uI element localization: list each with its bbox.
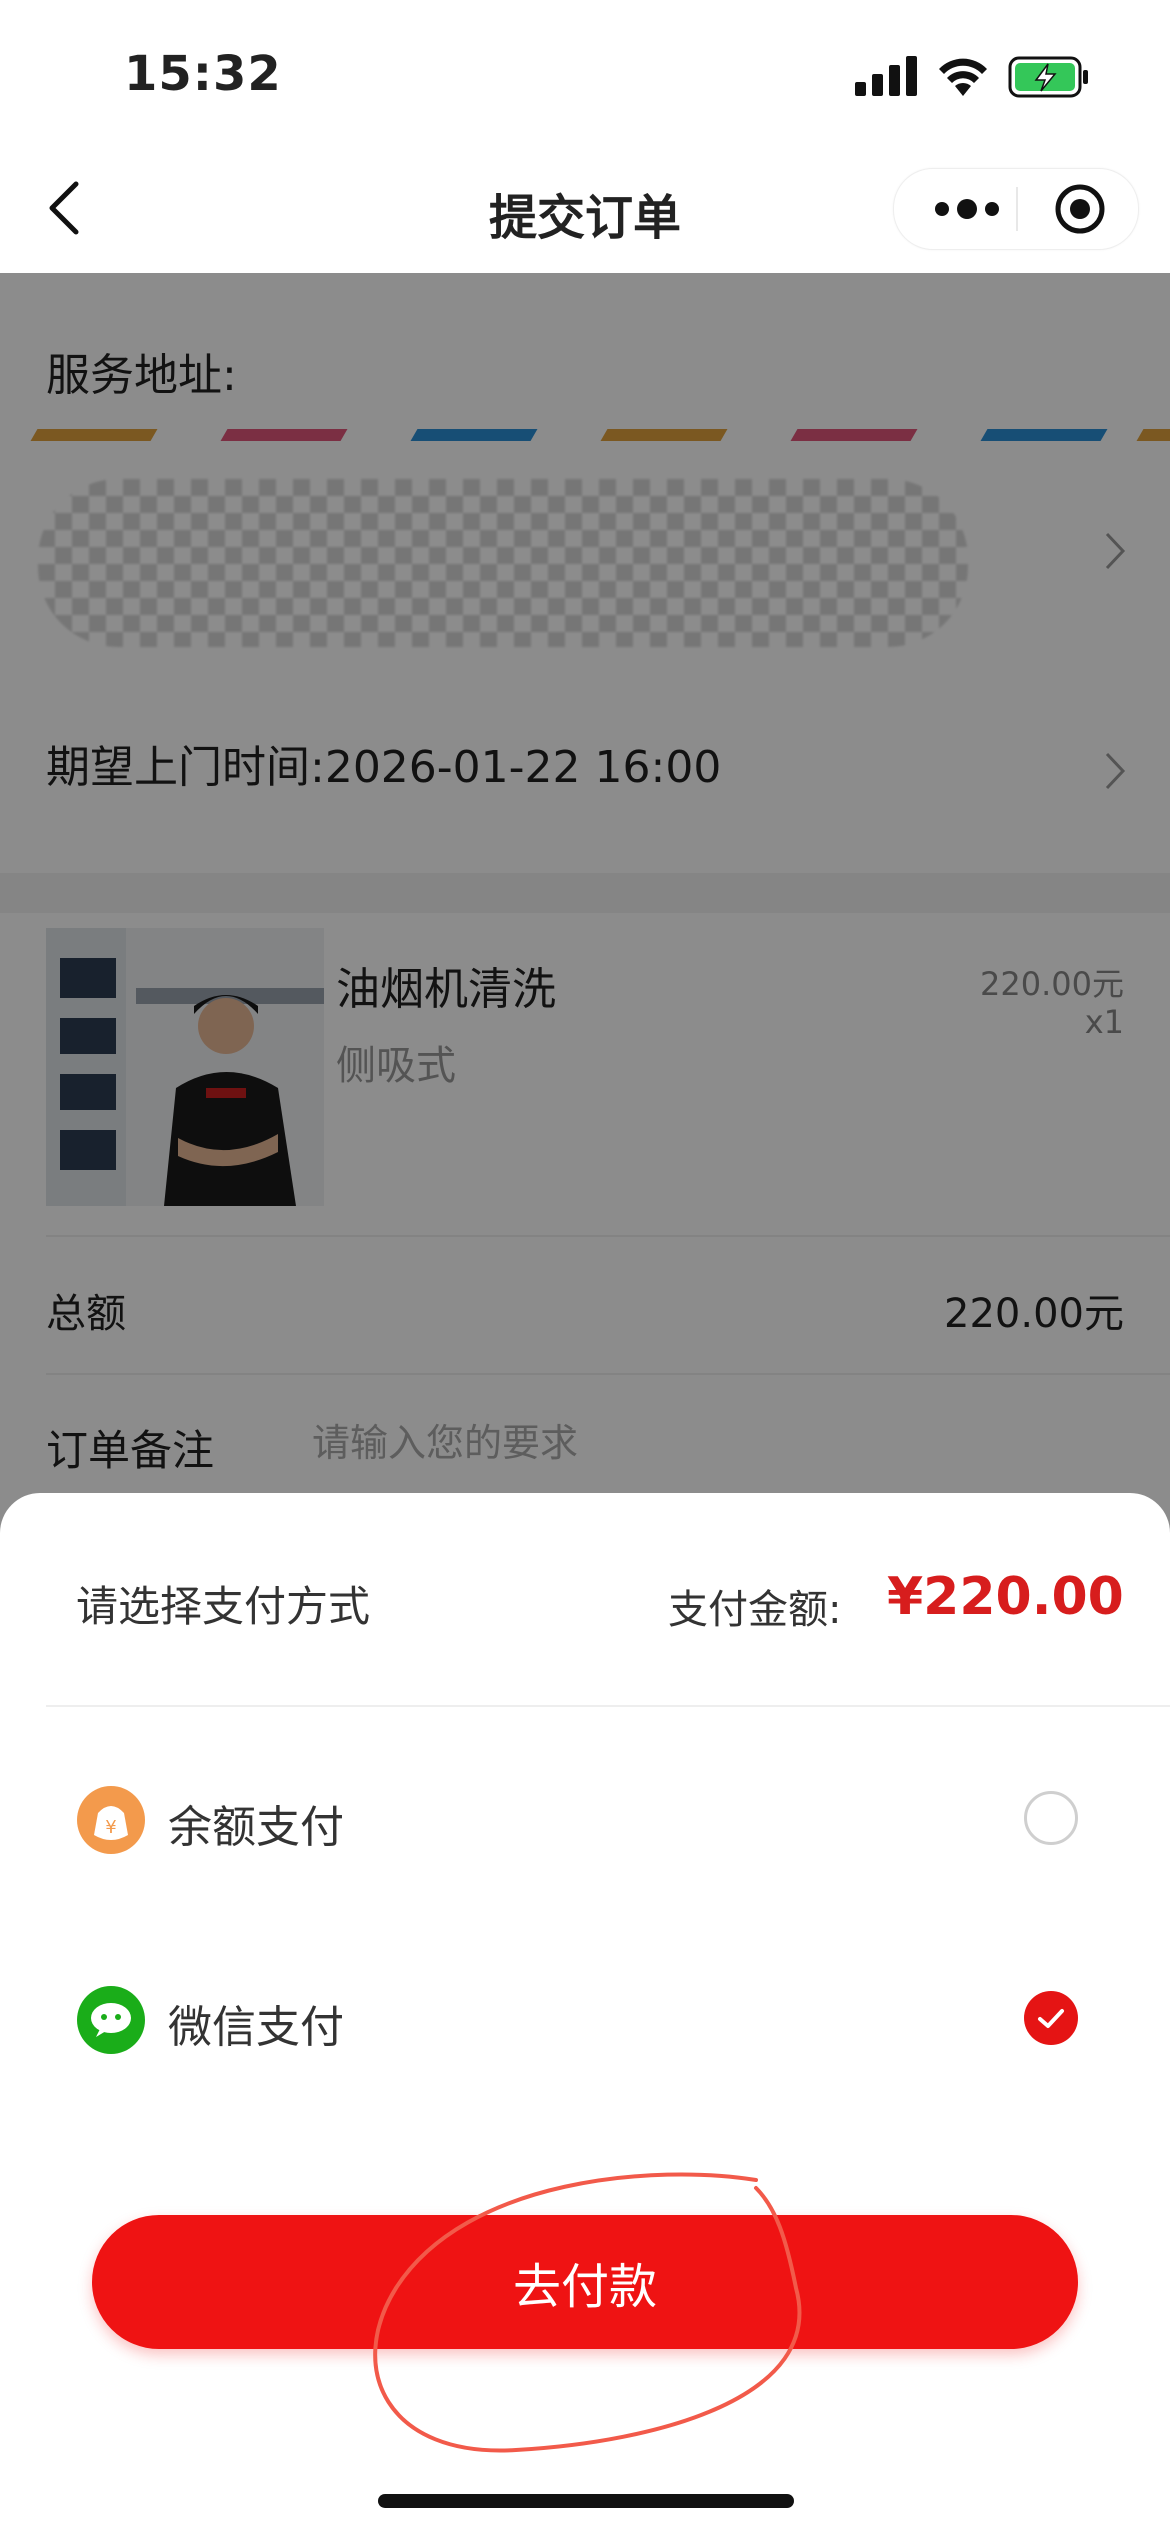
close-target-icon[interactable] xyxy=(1054,183,1106,235)
divider xyxy=(46,1705,1170,1707)
signal-icon xyxy=(855,56,917,96)
payment-method-title: 请选择支付方式 xyxy=(76,1582,371,1631)
payment-option-label: 微信支付 xyxy=(168,2002,344,2053)
svg-text:¥: ¥ xyxy=(105,1817,116,1838)
payment-sheet: 请选择支付方式 支付金额: ¥220.00 ¥ 余额支付 微信支付 去付款 xyxy=(0,1493,1170,2532)
wallet-icon: ¥ xyxy=(77,1786,145,1854)
capsule-divider xyxy=(1016,187,1018,231)
payment-option-wechat[interactable]: 微信支付 xyxy=(0,1955,1170,2075)
payment-option-balance[interactable]: ¥ 余额支付 xyxy=(0,1755,1170,1875)
home-indicator xyxy=(378,2494,794,2508)
pay-amount: ¥220.00 xyxy=(887,1567,1124,1627)
check-icon xyxy=(1038,2009,1064,2028)
nav-bar: 提交订单 xyxy=(0,140,1170,273)
payment-option-label: 余额支付 xyxy=(168,1802,344,1853)
radio-selected[interactable] xyxy=(1024,1991,1078,2045)
status-bar: 15:32 xyxy=(0,0,1170,140)
pay-amount-label: 支付金额: xyxy=(668,1587,842,1633)
wifi-icon xyxy=(939,58,987,96)
radio-unselected[interactable] xyxy=(1024,1791,1078,1845)
battery-charging-icon xyxy=(1008,56,1088,98)
status-time: 15:32 xyxy=(124,46,282,102)
pay-button[interactable]: 去付款 xyxy=(92,2215,1078,2349)
more-icon[interactable] xyxy=(932,191,1002,227)
wechat-icon xyxy=(77,1986,145,2054)
mini-program-capsule xyxy=(893,168,1139,250)
